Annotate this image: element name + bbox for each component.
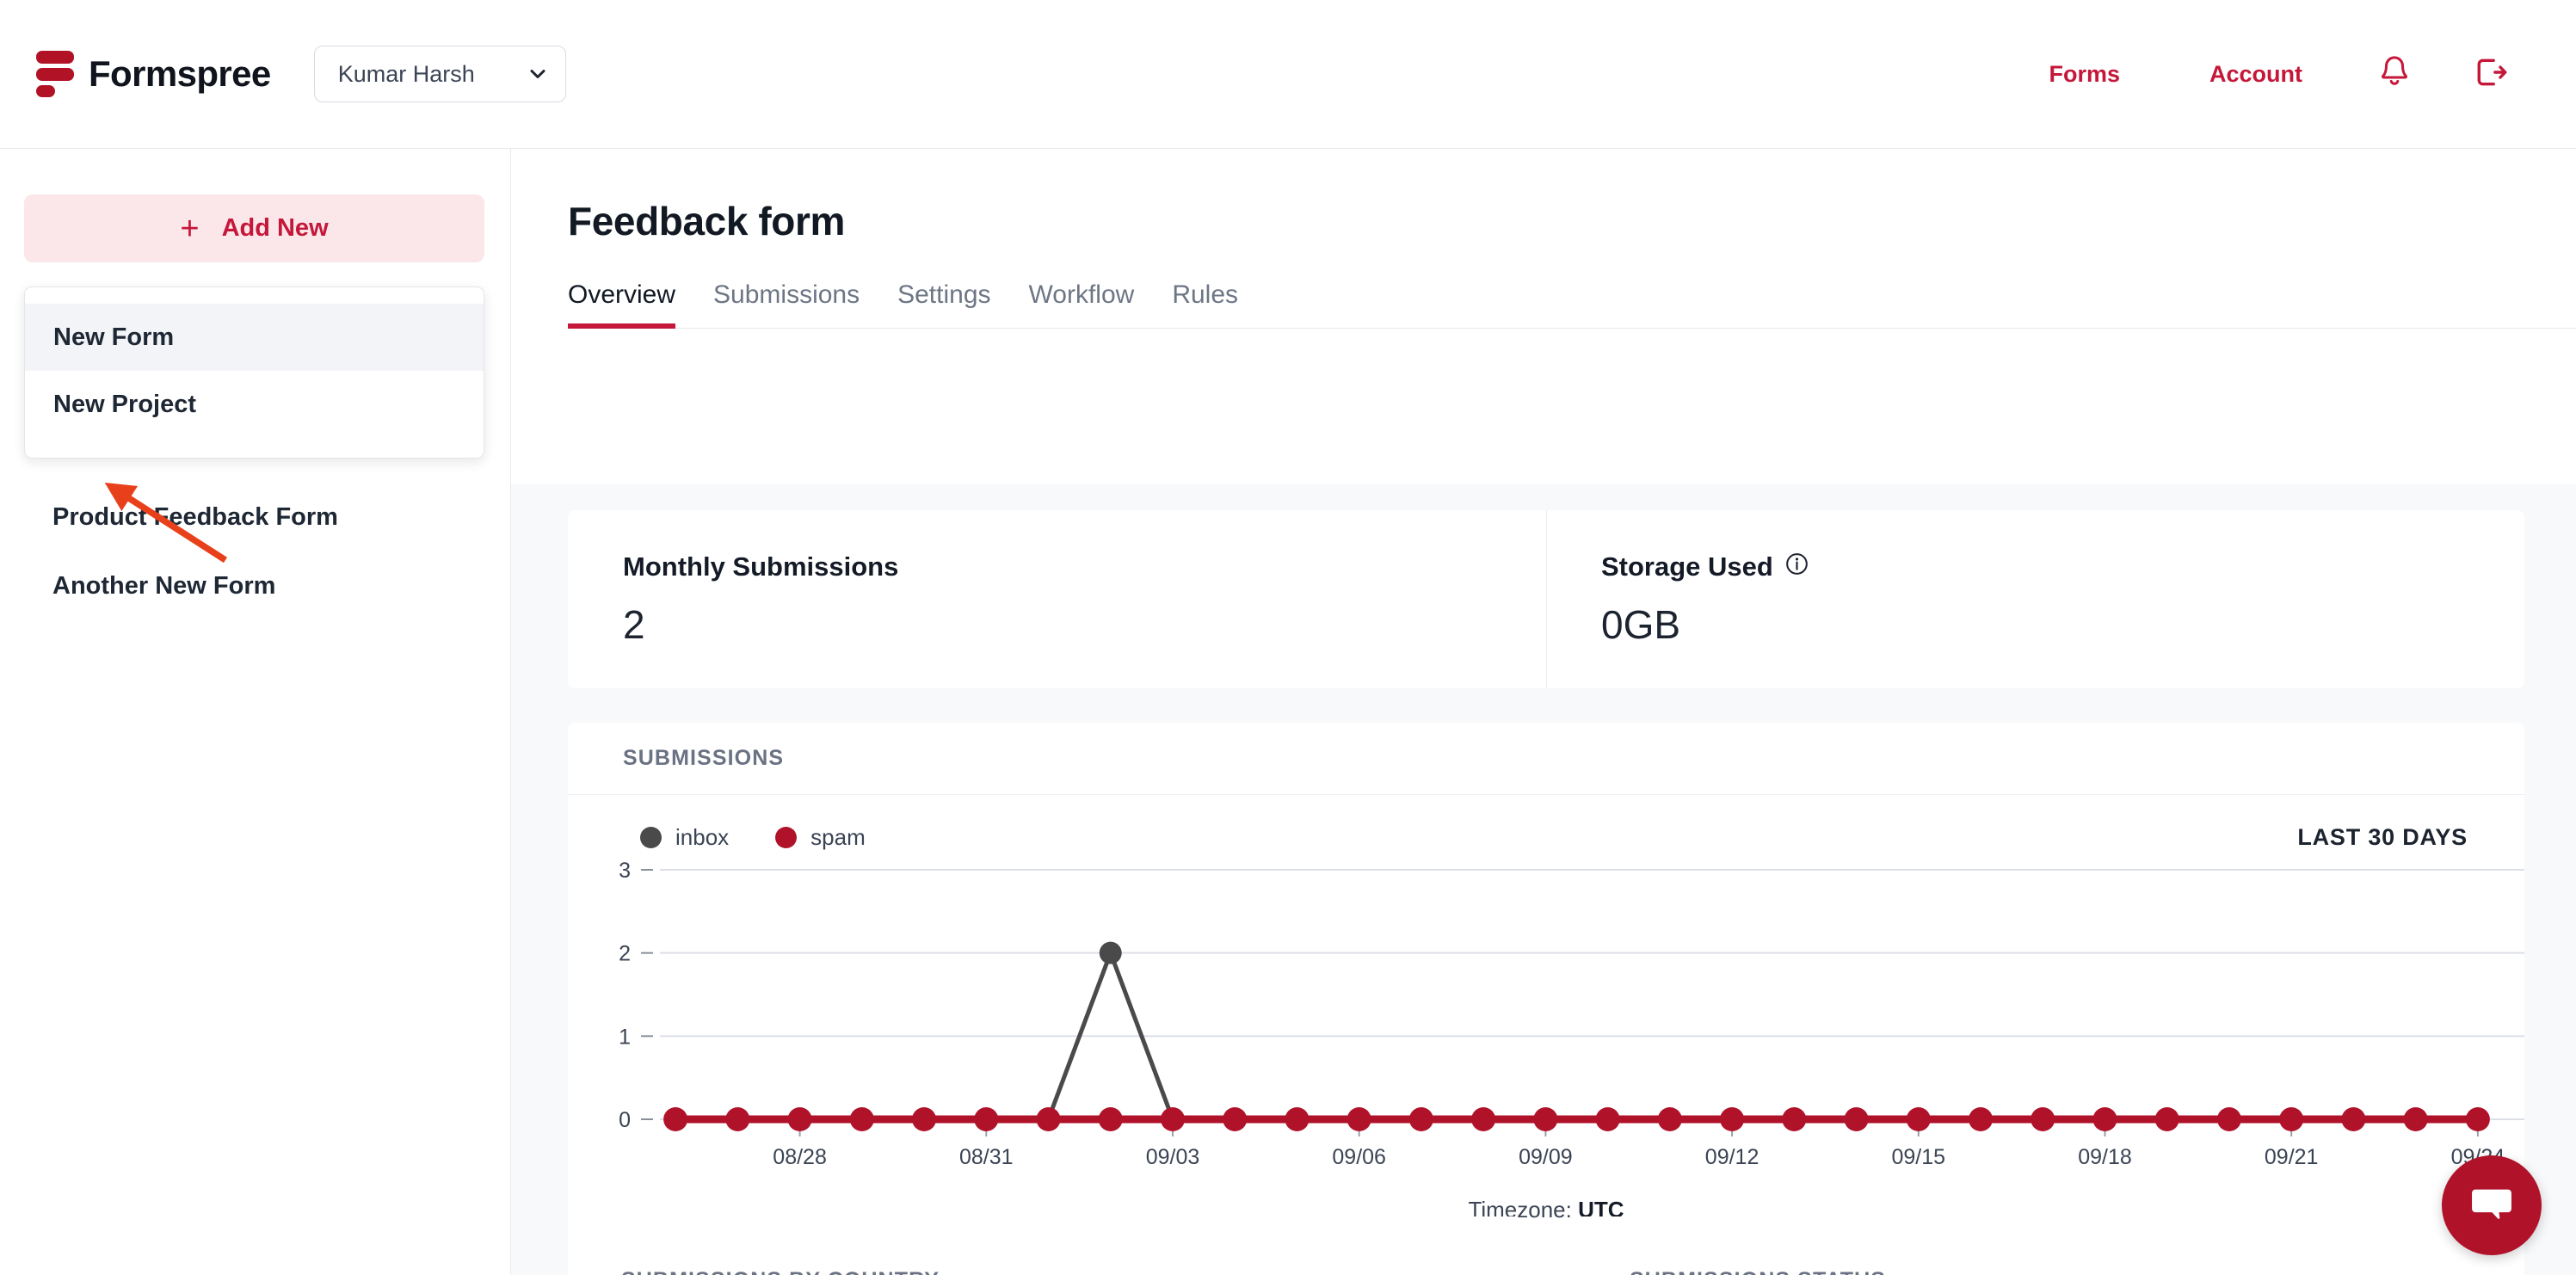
- organization-name: Kumar Harsh: [338, 61, 475, 88]
- formspree-logo-icon: [36, 51, 74, 97]
- stat-label-text: Storage Used: [1601, 551, 1773, 582]
- dropdown-item-label: New Project: [53, 391, 196, 419]
- logout-button[interactable]: [2442, 54, 2540, 95]
- nav-link-forms[interactable]: Forms: [2004, 61, 2165, 88]
- dropdown-item-new-form[interactable]: New Form: [25, 304, 484, 371]
- submissions-by-country-card: SUBMISSIONS BY COUNTRY: [568, 1216, 1521, 1275]
- chart-legend: inbox spam: [640, 824, 866, 851]
- submissions-status-card: SUBMISSIONS STATUS: [1576, 1216, 2519, 1275]
- svg-text:09/03: 09/03: [1146, 1145, 1200, 1169]
- stat-card-monthly-submissions: Monthly Submissions 2: [568, 510, 1546, 688]
- stats-row: Monthly Submissions 2 Storage Used 0GB: [568, 510, 2524, 688]
- chevron-down-icon: [529, 65, 546, 83]
- stat-card-storage-used: Storage Used 0GB: [1546, 510, 2524, 688]
- sidebar-item-label: Product Feedback Form: [52, 503, 338, 532]
- svg-text:1: 1: [619, 1025, 631, 1049]
- add-new-label: Add New: [222, 214, 329, 243]
- tab-label: Rules: [1172, 280, 1238, 309]
- organization-selector[interactable]: Kumar Harsh: [314, 46, 566, 102]
- svg-text:08/31: 08/31: [959, 1145, 1014, 1169]
- tab-overview[interactable]: Overview: [568, 280, 694, 328]
- tab-bar: Overview Submissions Settings Workflow R…: [568, 280, 2576, 329]
- svg-text:09/15: 09/15: [1892, 1145, 1946, 1169]
- tab-label: Overview: [568, 280, 675, 309]
- svg-text:09/09: 09/09: [1519, 1145, 1573, 1169]
- dropdown-item-label: New Form: [53, 323, 174, 352]
- sidebar: + Add New New Form New Project Product F…: [0, 149, 511, 1275]
- sidebar-item-another-new-form[interactable]: Another New Form: [0, 551, 511, 620]
- sidebar-item-product-feedback-form[interactable]: Product Feedback Form: [0, 483, 511, 551]
- legend-swatch-icon: [775, 827, 797, 848]
- tab-submissions[interactable]: Submissions: [713, 280, 878, 328]
- sidebar-item-label: Another New Form: [52, 572, 275, 601]
- chart-range-label: LAST 30 DAYS: [2297, 824, 2468, 851]
- svg-text:2: 2: [619, 942, 631, 966]
- stat-label-text: Monthly Submissions: [623, 551, 898, 582]
- legend-swatch-icon: [640, 827, 662, 848]
- sidebar-form-list: Product Feedback Form Another New Form: [0, 483, 511, 620]
- dropdown-item-new-project[interactable]: New Project: [25, 371, 484, 438]
- legend-item-spam[interactable]: spam: [775, 824, 866, 851]
- chat-bubble-icon: [2467, 1179, 2517, 1233]
- info-icon[interactable]: [1785, 551, 1809, 582]
- brand-name: Formspree: [89, 53, 271, 95]
- chart-toolbar: inbox spam LAST 30 DAYS: [568, 795, 2524, 851]
- logout-icon: [2473, 54, 2509, 95]
- svg-text:09/06: 09/06: [1332, 1145, 1386, 1169]
- stat-label: Storage Used: [1601, 551, 2524, 582]
- top-navigation-bar: Formspree Kumar Harsh Forms Account: [0, 0, 2576, 149]
- svg-text:09/12: 09/12: [1705, 1145, 1759, 1169]
- chat-widget-button[interactable]: [2442, 1155, 2542, 1255]
- svg-text:09/21: 09/21: [2265, 1145, 2319, 1169]
- tab-settings[interactable]: Settings: [897, 280, 1009, 328]
- card-title: SUBMISSIONS BY COUNTRY: [621, 1268, 940, 1275]
- legend-label: spam: [810, 824, 866, 851]
- stat-value: 0GB: [1601, 601, 2524, 648]
- chart-card-title: SUBMISSIONS: [623, 746, 784, 771]
- tab-rules[interactable]: Rules: [1172, 280, 1257, 328]
- stat-value: 2: [623, 601, 1546, 648]
- plus-icon: +: [180, 212, 199, 245]
- svg-text:3: 3: [619, 859, 631, 883]
- tab-label: Settings: [897, 280, 990, 309]
- chart-plot-area: 0 1 2 3 08/28 08/31 09/03 09/06 09/09 09/12 09/15 0…: [568, 856, 2524, 1192]
- legend-item-inbox[interactable]: inbox: [640, 824, 729, 851]
- main-content: Feedback form Overview Submissions Setti…: [511, 149, 2576, 1275]
- tab-workflow[interactable]: Workflow: [1029, 280, 1154, 328]
- legend-label: inbox: [675, 824, 729, 851]
- page-title: Feedback form: [568, 198, 2576, 244]
- svg-text:09/18: 09/18: [2078, 1145, 2132, 1169]
- svg-text:08/28: 08/28: [773, 1145, 827, 1169]
- nav-link-account[interactable]: Account: [2165, 61, 2347, 88]
- card-title: SUBMISSIONS STATUS: [1630, 1268, 1886, 1275]
- brand-logo[interactable]: Formspree: [36, 51, 271, 97]
- add-new-button[interactable]: + Add New: [24, 194, 484, 262]
- svg-text:0: 0: [619, 1108, 631, 1132]
- submissions-chart-card: SUBMISSIONS inbox spam LAST 30 DAYS 0 1 2 3…: [568, 723, 2524, 1275]
- bell-icon: [2378, 54, 2411, 95]
- chart-card-header: SUBMISSIONS: [568, 723, 2524, 795]
- tab-label: Submissions: [713, 280, 860, 309]
- stat-label: Monthly Submissions: [623, 551, 1546, 582]
- top-nav-right: Forms Account: [2004, 54, 2576, 95]
- submissions-line-chart: 0 1 2 3 08/28 08/31 09/03 09/06 09/09 09/12 09/15 0…: [568, 856, 2524, 1192]
- notifications-button[interactable]: [2347, 54, 2442, 95]
- bottom-cards-row: SUBMISSIONS BY COUNTRY SUBMISSIONS STATU…: [568, 1216, 2576, 1275]
- add-new-dropdown-menu: New Form New Project: [24, 286, 484, 459]
- tab-label: Workflow: [1029, 280, 1135, 309]
